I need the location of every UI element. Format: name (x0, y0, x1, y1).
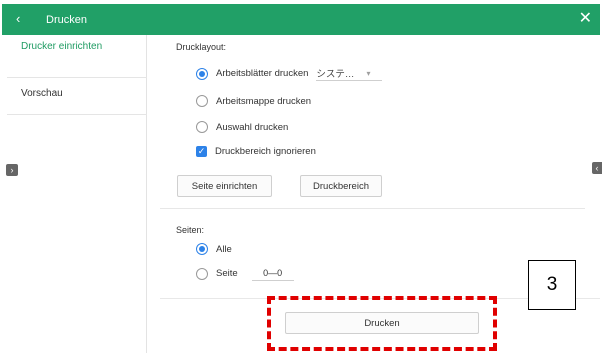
chevron-left-icon[interactable]: ‹ (16, 11, 20, 27)
radio-print-selection[interactable]: Auswahl drucken (196, 121, 288, 133)
close-icon[interactable]: ✕ (579, 10, 592, 28)
chevron-left-icon[interactable]: ‹ (592, 162, 602, 174)
radio-selected-icon (196, 243, 208, 255)
print-layout-label: Drucklayout: (176, 42, 227, 52)
section-divider (160, 208, 585, 209)
chevron-down-icon: ▾ (366, 68, 371, 78)
sidebar-item-preview[interactable]: Vorschau (7, 87, 147, 125)
callout-number: 3 (528, 260, 576, 310)
sidebar-item-label: Vorschau (21, 88, 63, 99)
print-area-button[interactable]: Druckbereich (300, 175, 382, 197)
checkbox-ignore-print-area[interactable]: ✓ Druckbereich ignorieren (196, 146, 316, 157)
radio-unselected-icon (196, 121, 208, 133)
checkbox-label: Druckbereich ignorieren (215, 146, 316, 157)
sidebar-divider (7, 114, 147, 115)
dialog-title: Drucken (46, 14, 87, 26)
pages-label: Seiten: (176, 225, 205, 235)
radio-print-workbook[interactable]: Arbeitsmappe drucken (196, 95, 311, 107)
checkmark-icon: ✓ (196, 146, 207, 157)
radio-unselected-icon (196, 95, 208, 107)
sidebar-item-printer-setup[interactable]: Drucker einrichten (7, 40, 147, 78)
chevron-right-icon[interactable]: › (6, 164, 18, 176)
sidebar-divider (7, 77, 147, 78)
radio-label: Arbeitsmappe drucken (216, 95, 312, 107)
title-bar: ‹ Drucken ✕ (2, 4, 600, 35)
radio-selected-icon (196, 67, 208, 80)
dropdown-value: システ… (316, 69, 355, 80)
sidebar-item-label: Drucker einrichten (21, 41, 103, 52)
radio-all-pages[interactable]: Alle (196, 243, 232, 255)
print-dialog: ‹ Drucken ✕ Drucker einrichten Vorschau … (0, 0, 602, 353)
page-range-input[interactable]: 0—0 (251, 266, 294, 281)
radio-label: Seite (216, 268, 238, 279)
radio-label: Alle (216, 243, 232, 255)
radio-print-sheets[interactable]: Arbeitsblätter drucken システ… ▾ (196, 66, 383, 81)
print-scope-dropdown[interactable]: システ… ▾ (316, 66, 383, 81)
radio-unselected-icon (196, 267, 208, 280)
radio-page-range[interactable]: Seite 0—0 (196, 266, 294, 281)
radio-label: Auswahl drucken (216, 121, 289, 133)
page-setup-button[interactable]: Seite einrichten (177, 175, 272, 197)
radio-label: Arbeitsblätter drucken (216, 68, 309, 79)
highlight-frame (267, 296, 497, 351)
sidebar: Drucker einrichten Vorschau (7, 35, 147, 353)
